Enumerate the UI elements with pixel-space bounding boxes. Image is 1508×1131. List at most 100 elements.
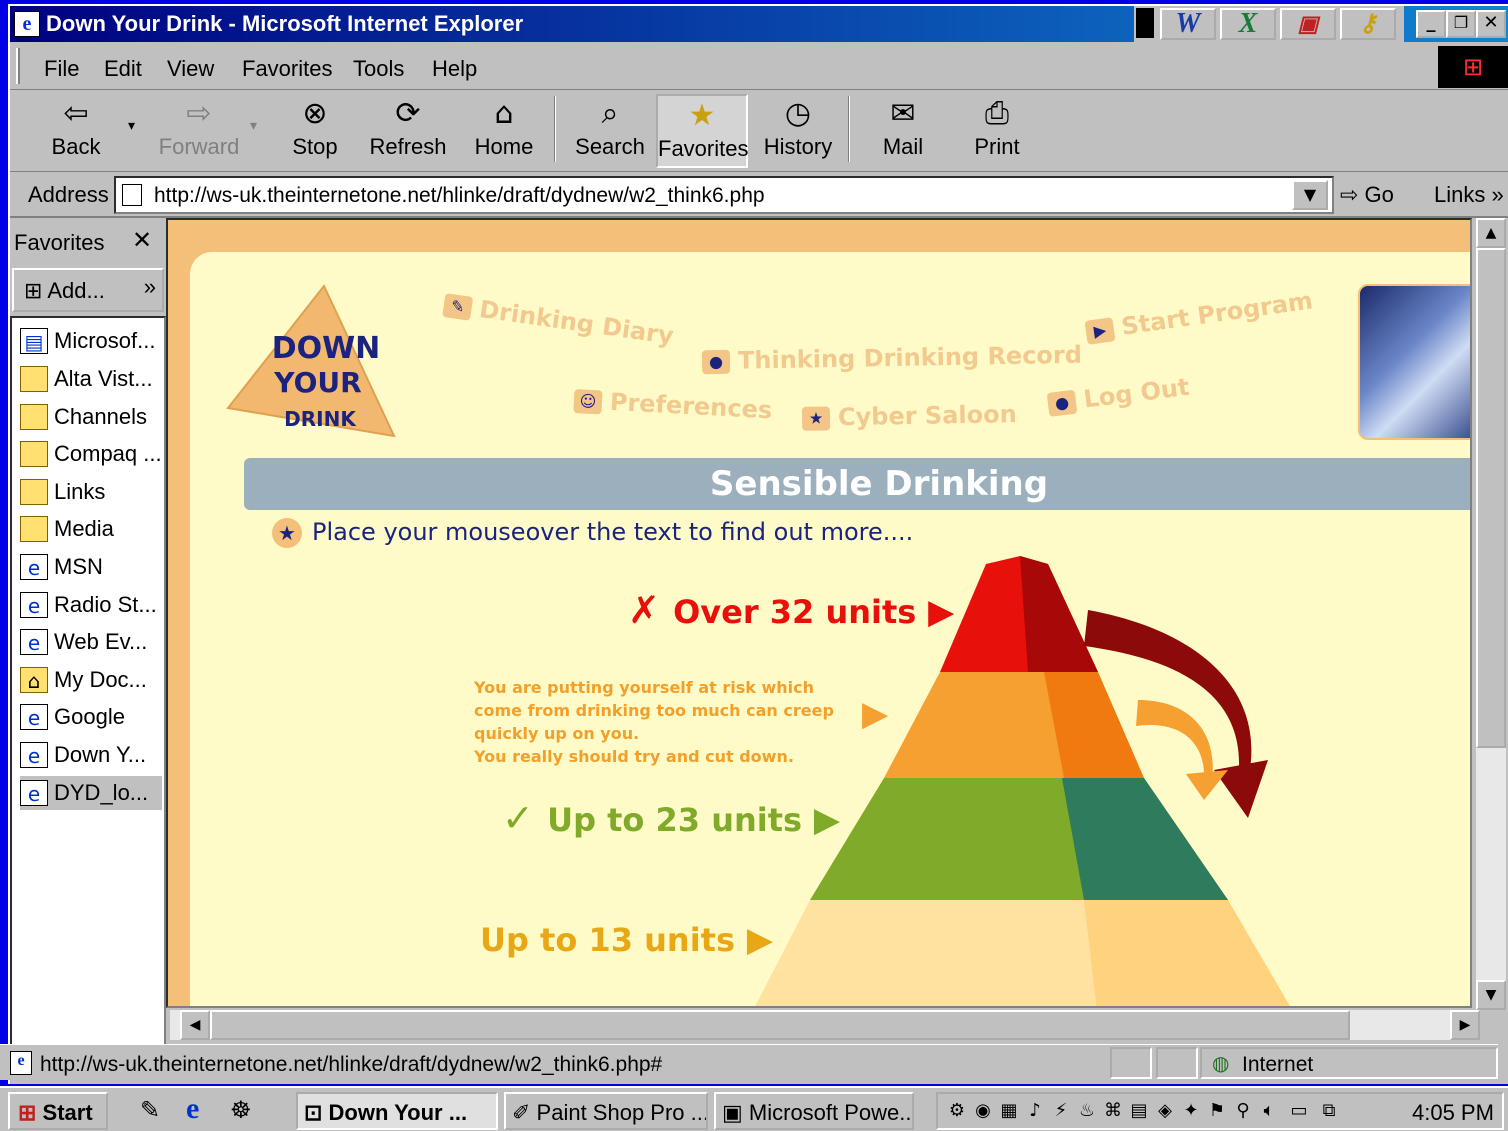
stop-button[interactable]: ⊗ Stop [280,94,350,168]
links-button[interactable]: Links » [1434,182,1504,208]
horizontal-scrollbar[interactable]: ◀ ▶ [170,1010,1480,1040]
address-input[interactable]: http://ws-uk.theinternetone.net/hlinke/d… [114,176,1334,214]
minimize-button[interactable]: _ [1416,10,1446,38]
powerpoint-icon[interactable]: ▣ [1280,8,1336,40]
vertical-scroll-thumb[interactable] [1476,248,1506,748]
close-button[interactable]: ✕ [1476,10,1506,38]
tray-icon[interactable]: ♪ [1024,1100,1046,1124]
favorite-item[interactable]: Compaq ... [20,437,162,471]
refresh-button[interactable]: ⟳ Refresh [366,94,450,168]
tray-icon[interactable]: ⚲ [1232,1100,1254,1124]
history-button[interactable]: ◷ History [758,94,838,168]
task-label: Down Your ... [328,1100,468,1125]
down-your-drink-logo[interactable]: DOWN YOUR DRINK [208,280,398,450]
favorite-item[interactable]: e MSN [20,550,162,584]
star-icon: ★ [272,518,302,548]
tray-icon[interactable]: ▦ [998,1100,1020,1124]
quicklaunch-channels-icon[interactable]: ☸ [230,1096,252,1124]
instruction-text: ★ Place your mouseover the text to find o… [272,518,913,548]
clock[interactable]: 4:05 PM [1412,1100,1494,1126]
add-favorite-button[interactable]: ⊞ Add... » [12,268,164,312]
print-button[interactable]: ⎙ Print [962,94,1032,168]
favorite-item[interactable]: e Google [20,700,162,734]
quicklaunch-desktop-icon[interactable]: ✎ [140,1096,160,1124]
tray-icon[interactable]: ◈ [1154,1100,1176,1124]
start-button[interactable]: ⊞ Start [8,1092,108,1130]
play-icon: ▶ [862,694,889,734]
ie-icon[interactable]: e [14,11,40,37]
folder-icon [20,479,48,505]
forward-dropdown-icon[interactable]: ▾ [250,118,257,134]
forward-button[interactable]: ⇨ Forward [154,94,244,168]
menu-help[interactable]: Help [432,56,477,82]
level-over-32-units[interactable]: ✗ Over 32 units ▶ [628,588,954,632]
tray-icon[interactable]: ⚑ [1206,1100,1228,1124]
play-icon: ▶ [916,592,955,632]
level-label: Up to 13 units [480,921,735,959]
network-icon[interactable]: ⧉ [1318,1100,1340,1124]
web-content: DOWN YOUR DRINK ✎ Drinking Diary ● Thinkin… [166,218,1472,1008]
menu-edit[interactable]: Edit [104,56,142,82]
status-bar: e http://ws-uk.theinternetone.net/hlinke… [0,1044,1498,1080]
tray-icon[interactable]: ♨ [1076,1100,1098,1124]
scroll-right-button[interactable]: ▶ [1450,1010,1480,1040]
scroll-down-button[interactable]: ▼ [1476,980,1506,1010]
menu-view[interactable]: View [167,56,214,82]
word-icon[interactable]: W [1160,8,1216,40]
favorite-item[interactable]: e Radio St... [20,588,162,622]
favorites-button[interactable]: ★ Favorites [656,94,748,168]
horizontal-scroll-thumb[interactable] [210,1010,1350,1040]
play-icon: ▶ [1084,317,1116,345]
tray-icon[interactable]: ⚙ [946,1100,968,1124]
risk-description[interactable]: You are putting yourself at risk which c… [474,676,834,768]
nav-cyber-saloon[interactable]: ★ Cyber Saloon [801,400,1017,432]
task-internet-explorer[interactable]: ⊡ Down Your ... [296,1092,498,1130]
windows-logo-icon: ⊞ [18,1100,43,1125]
search-button[interactable]: ⌕ Search [570,94,650,168]
level-up-to-23-units[interactable]: ✓ Up to 23 units ▶ [502,796,840,840]
favorite-item[interactable]: Links [20,475,162,509]
mail-button[interactable]: ✉ Mail [868,94,938,168]
quicklaunch-ie-icon[interactable]: e [186,1092,199,1126]
menu-file[interactable]: File [44,56,79,82]
task-paint-shop-pro[interactable]: ✐ Paint Shop Pro ... [504,1092,708,1130]
back-dropdown-icon[interactable]: ▾ [128,118,135,134]
favorites-pane: Favorites ✕ ⊞ Add... » ▤ Microsof... Alta … [10,220,166,1050]
address-dropdown-button[interactable]: ▼ [1292,180,1328,210]
chevron-right-icon: » [143,274,156,299]
risk-line: quickly up on you. [474,724,640,743]
vertical-scrollbar[interactable]: ▲ ▼ [1476,218,1506,1010]
ie-page-icon: e [20,780,48,806]
tray-icon[interactable]: ⚡ [1050,1100,1072,1124]
scroll-up-button[interactable]: ▲ [1476,218,1506,248]
tray-icon[interactable]: ✦ [1180,1100,1202,1124]
favorite-item[interactable]: Channels [20,400,162,434]
tray-icon[interactable]: ⌘ [1102,1100,1124,1124]
scroll-left-button[interactable]: ◀ [180,1010,210,1040]
favorite-item[interactable]: e DYD_lo... [20,776,162,810]
menu-favorites[interactable]: Favorites [242,56,332,82]
title-bar: e Down Your Drink - Microsoft Internet E… [10,6,1508,42]
office-bar-handle-icon [1136,8,1154,38]
go-button[interactable]: ⇨ Go [1340,182,1394,208]
play-icon: ▶ [735,920,773,960]
task-powerpoint[interactable]: ▣ Microsoft Powe... [714,1092,914,1130]
tray-icon[interactable]: ◉ [972,1100,994,1124]
favorite-item[interactable]: ▤ Microsof... [20,324,162,358]
favorite-item[interactable]: ⌂ My Doc... [20,663,162,697]
close-icon[interactable]: ✕ [132,226,152,254]
home-button[interactable]: ⌂ Home [466,94,542,168]
excel-icon[interactable]: X [1220,8,1276,40]
volume-icon[interactable]: 🔈︎ [1258,1100,1280,1124]
maximize-button[interactable]: ❐ [1446,10,1476,38]
favorite-item[interactable]: Alta Vist... [20,362,162,396]
tray-icon[interactable]: ▤ [1128,1100,1150,1124]
favorite-item[interactable]: e Down Y... [20,738,162,772]
level-up-to-13-units[interactable]: Up to 13 units ▶ [480,920,773,960]
back-button[interactable]: ⇦ Back [34,94,118,168]
tray-icon[interactable]: ▭ [1288,1100,1310,1124]
favorite-item[interactable]: Media [20,512,162,546]
favorite-item[interactable]: e Web Ev... [20,625,162,659]
key-icon[interactable]: ⚷ [1340,8,1396,40]
menu-tools[interactable]: Tools [353,56,404,82]
